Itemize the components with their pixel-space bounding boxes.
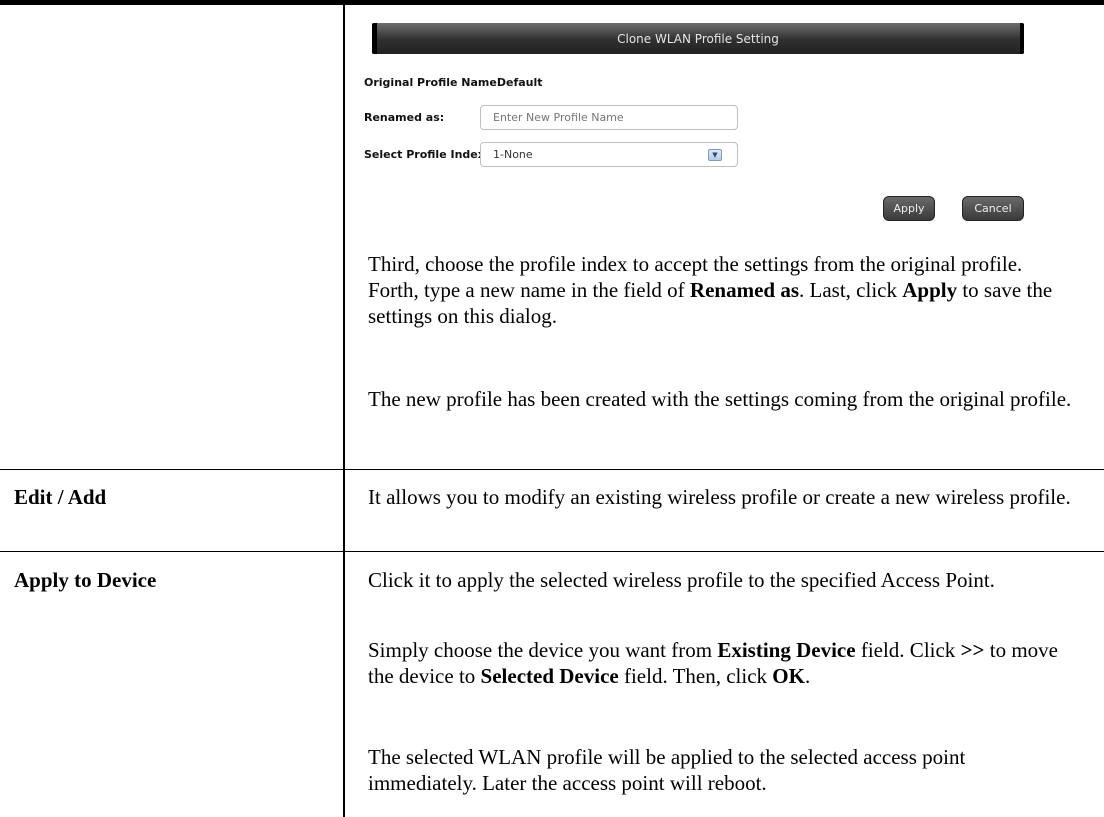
apply-to-device-description: Click it to apply the selected wireless … (368, 568, 995, 592)
apply-to-device-label: Apply to Device (14, 568, 157, 592)
title-bar-edge (372, 23, 377, 54)
apply-to-device-result: The selected WLAN profile will be applie… (368, 745, 966, 795)
original-profile-row: Original Profile NameDefault (364, 76, 543, 89)
column-divider (343, 5, 345, 817)
profile-index-label: Select Profile Index (364, 148, 485, 161)
clone-result-text: The new profile has been created with th… (368, 387, 1072, 411)
row-divider (0, 551, 1104, 552)
profile-index-value: 1-None (493, 148, 533, 161)
dialog-title: Clone WLAN Profile Setting (617, 31, 779, 46)
dialog-title-bar: Clone WLAN Profile Setting (372, 23, 1024, 54)
title-bar-edge (1020, 23, 1024, 54)
edit-add-description: It allows you to modify an existing wire… (368, 485, 1071, 509)
row-divider (0, 469, 1104, 470)
original-profile-label: Original Profile Name (364, 76, 497, 89)
apply-to-device-steps: Simply choose the device you want from E… (368, 638, 1058, 688)
clone-instructions: Third, choose the profile index to accep… (368, 252, 1053, 328)
apply-button[interactable]: Apply (883, 196, 935, 221)
original-profile-value: Default (496, 76, 543, 89)
new-profile-name-input[interactable] (480, 105, 738, 130)
table-top-border (0, 0, 1104, 5)
chevron-down-icon[interactable]: ▼ (708, 149, 722, 161)
edit-add-label: Edit / Add (14, 485, 107, 509)
cancel-button[interactable]: Cancel (962, 196, 1024, 221)
profile-index-select[interactable]: 1-None ▼ (480, 142, 738, 167)
renamed-as-label: Renamed as: (364, 111, 445, 124)
